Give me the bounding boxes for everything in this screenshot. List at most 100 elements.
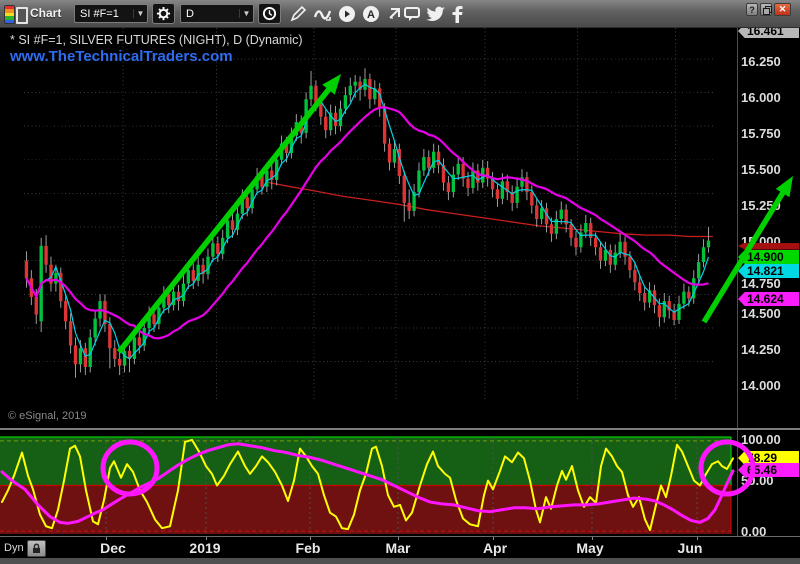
auto-icon: A <box>362 5 380 23</box>
candle-body <box>123 351 126 366</box>
help-label: ? <box>749 5 755 15</box>
candle-body <box>152 315 155 324</box>
candle-body <box>496 189 499 198</box>
interval-dropdown[interactable]: D ▼ <box>180 4 254 23</box>
price-axis-label: 16.000 <box>741 90 781 105</box>
candle-body <box>133 337 136 359</box>
candle-body <box>403 176 406 203</box>
studies-button[interactable] <box>311 4 333 24</box>
candle-body <box>54 273 57 284</box>
oscillator-tag: 65.46 <box>738 463 799 477</box>
candle-body <box>167 294 170 305</box>
padlock-icon <box>32 543 41 554</box>
candle-body <box>246 197 249 208</box>
candle-body <box>574 238 577 247</box>
slow-ma-line <box>26 107 708 338</box>
settings-button[interactable] <box>152 3 175 24</box>
candle-body <box>177 292 180 301</box>
app-icon <box>4 5 15 24</box>
speech-bubble-icon <box>403 5 422 23</box>
candle-body <box>241 197 244 213</box>
candle-body <box>417 171 420 193</box>
candle-body <box>265 171 268 187</box>
price-axis-label: 15.750 <box>741 126 781 141</box>
candle-body <box>74 345 77 364</box>
x-axis-tick <box>310 537 311 540</box>
lock-button[interactable] <box>27 540 46 557</box>
chevron-down-icon[interactable]: ▼ <box>239 9 253 18</box>
candle-body <box>584 223 587 232</box>
candle-body <box>108 324 111 348</box>
candle-body <box>560 210 563 219</box>
playback-button[interactable] <box>336 4 358 24</box>
symbol-dropdown[interactable]: SI #F=1 ▼ <box>74 4 148 23</box>
price-tag: 14.624 <box>738 292 799 306</box>
price-axis[interactable]: 16.25016.00015.75015.50015.25015.00014.7… <box>737 28 800 536</box>
chat-button[interactable] <box>401 4 423 24</box>
candle-body <box>618 242 621 253</box>
dyn-tab[interactable]: Dyn <box>4 542 24 554</box>
candle-body <box>447 183 450 192</box>
candle-body <box>569 224 572 237</box>
close-button[interactable]: ✕ <box>774 3 791 16</box>
candle-body <box>515 187 518 203</box>
interval-value: D <box>181 8 239 20</box>
symbol-value: SI #F=1 <box>75 8 133 20</box>
price-axis-label: 14.250 <box>741 342 781 357</box>
candle-body <box>324 117 327 130</box>
candle-body <box>226 220 229 237</box>
app-window-icon <box>16 7 28 24</box>
candle-body <box>707 241 710 248</box>
price-axis-label: 15.250 <box>741 198 781 213</box>
candle-body <box>638 282 641 293</box>
price-axis-label: 14.750 <box>741 276 781 291</box>
candle-body <box>231 220 234 229</box>
auto-chart-button[interactable]: A <box>360 4 382 24</box>
candle-body <box>702 247 705 262</box>
facebook-button[interactable] <box>450 4 464 24</box>
pencil-icon <box>289 5 307 23</box>
candle-body <box>471 171 474 188</box>
x-axis-tick <box>592 537 593 540</box>
candle-body <box>69 321 72 345</box>
restore-icon <box>763 6 770 13</box>
x-axis-label: 2019 <box>189 540 220 556</box>
candle-body <box>599 247 602 260</box>
candle-body <box>682 292 685 304</box>
candle-body <box>393 149 396 162</box>
candle-body <box>349 86 352 95</box>
candle-body <box>594 238 597 247</box>
draw-button[interactable] <box>287 4 309 24</box>
oscillator-zone <box>0 486 731 535</box>
candle-body <box>501 181 504 198</box>
x-axis-tick <box>493 537 494 540</box>
candle-body <box>407 203 410 211</box>
window-title: Chart <box>30 6 61 20</box>
candle-body <box>187 270 190 283</box>
price-axis-label: 16.250 <box>741 54 781 69</box>
candle-body <box>260 176 263 187</box>
window-bottom-edge <box>0 558 800 564</box>
chart-title: * SI #F=1, SILVER FUTURES (NIGHT), D (Dy… <box>10 33 303 47</box>
candle-body <box>216 243 219 254</box>
chevron-down-icon[interactable]: ▼ <box>133 9 147 18</box>
candle-body <box>344 95 347 108</box>
time-template-button[interactable] <box>258 3 281 24</box>
candle-body <box>437 152 440 165</box>
candle-body <box>285 144 288 153</box>
help-button[interactable]: ? <box>746 3 758 16</box>
candle-body <box>206 257 209 274</box>
oscillator-zone <box>0 437 731 486</box>
panel-splitter[interactable] <box>0 428 800 430</box>
oscillator-tag: 78.29 <box>738 451 799 465</box>
price-tag <box>738 243 799 250</box>
candle-body <box>633 270 636 282</box>
twitter-button[interactable] <box>425 4 447 24</box>
candle-body <box>25 261 28 278</box>
candle-body <box>35 297 38 314</box>
oscillator-panel[interactable] <box>0 430 737 536</box>
price-chart-panel[interactable] <box>0 28 737 428</box>
restore-button[interactable] <box>760 3 772 16</box>
time-axis[interactable]: Dyn Dec2019FebMarAprMayJun <box>0 537 800 558</box>
x-axis-label: Apr <box>483 540 507 556</box>
